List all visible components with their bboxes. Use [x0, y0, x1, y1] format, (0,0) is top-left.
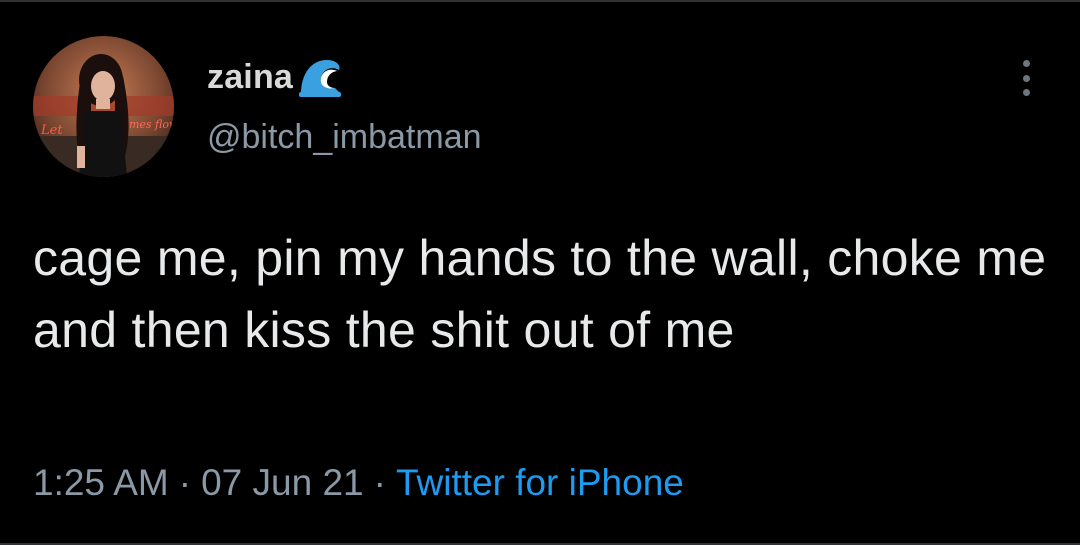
separator: · [178, 462, 192, 503]
display-name: zaina [207, 57, 294, 96]
tweet-time[interactable]: 1:25 AM [33, 462, 169, 504]
menu-dot [1022, 74, 1030, 82]
author-name-row[interactable]: zaina [207, 52, 343, 102]
svg-text:times flow: times flow [121, 118, 174, 131]
tweet-metadata: 1:25 AM · 07 Jun 21 · Twitter for iPhone [33, 462, 684, 504]
avatar[interactable]: Let times flow [33, 36, 174, 177]
tweet-date[interactable]: 07 Jun 21 [201, 462, 364, 504]
wave-icon [299, 60, 342, 97]
svg-text:Let: Let [40, 123, 63, 138]
top-divider [0, 0, 1080, 2]
tweet-text: cage me, pin my hands to the wall, choke… [33, 230, 1047, 358]
username-handle[interactable]: @bitch_imbatman [207, 118, 482, 157]
menu-dot [1022, 89, 1030, 96]
avatar-photo: Let times flow [33, 36, 174, 177]
tweet-source-link[interactable]: Twitter for iPhone [396, 462, 684, 504]
separator: · [373, 462, 386, 503]
more-options-icon[interactable] [1011, 58, 1041, 98]
menu-dot [1022, 60, 1030, 67]
